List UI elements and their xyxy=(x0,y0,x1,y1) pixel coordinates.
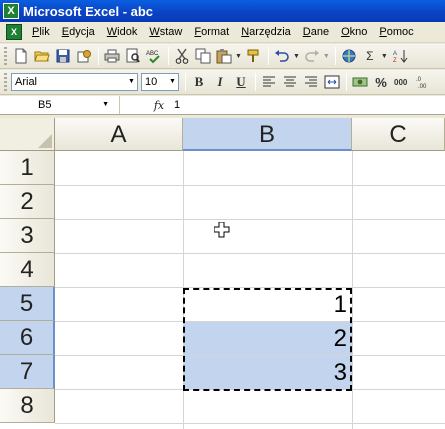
toolbar-separator xyxy=(267,47,269,65)
gridline xyxy=(55,423,445,424)
cell-b6[interactable]: 2 xyxy=(184,322,352,355)
toolbar-separator xyxy=(255,73,256,91)
toolbar-separator xyxy=(98,47,99,65)
cut-icon[interactable] xyxy=(172,46,192,66)
column-header-a[interactable]: A xyxy=(55,118,183,151)
autosum-dropdown-icon[interactable]: ▼ xyxy=(381,53,388,60)
row-header-5[interactable]: 5 xyxy=(0,287,55,321)
percent-button[interactable]: % xyxy=(371,72,391,92)
toolbar-separator xyxy=(185,73,186,91)
save-icon[interactable] xyxy=(53,46,73,66)
undo-icon[interactable] xyxy=(272,46,292,66)
font-size-combo[interactable]: 10 ▼ xyxy=(141,73,179,91)
name-box-value: B5 xyxy=(38,99,52,111)
align-left-icon[interactable] xyxy=(259,72,279,92)
menu-plik[interactable]: Plik xyxy=(26,24,56,40)
formatting-toolbar: Arial ▼ 10 ▼ B I U % 000 .0.00 xyxy=(0,70,445,95)
menu-narzedzia[interactable]: Narzędzia xyxy=(235,24,297,40)
menu-bar: X Plik Edycja Widok Wstaw Format Narzędz… xyxy=(0,22,445,43)
row-header-3[interactable]: 3 xyxy=(0,219,55,253)
title-bar: X Microsoft Excel - abc xyxy=(0,0,445,22)
name-box[interactable]: B5 ▼ xyxy=(0,96,120,114)
insert-function-button[interactable]: fx xyxy=(144,99,174,112)
row-header-8[interactable]: 8 xyxy=(0,389,55,423)
print-preview-icon[interactable] xyxy=(123,46,143,66)
window-title: Microsoft Excel - abc xyxy=(23,3,154,19)
row-header-2[interactable]: 2 xyxy=(0,185,55,219)
paste-dropdown-icon[interactable]: ▼ xyxy=(235,53,242,60)
toolbar-separator xyxy=(168,47,169,65)
spelling-icon[interactable]: ABC xyxy=(144,46,164,66)
menu-edycja[interactable]: Edycja xyxy=(56,24,101,40)
column-header-c[interactable]: C xyxy=(352,118,445,151)
print-icon[interactable] xyxy=(102,46,122,66)
font-size-dropdown-icon[interactable]: ▼ xyxy=(167,74,178,90)
toolbar-separator xyxy=(346,73,347,91)
paste-icon[interactable] xyxy=(214,46,234,66)
toolbar-grip[interactable] xyxy=(4,47,7,65)
cell-b7[interactable]: 3 xyxy=(184,356,352,389)
menu-okno[interactable]: Okno xyxy=(335,24,373,40)
underline-button[interactable]: U xyxy=(231,72,251,92)
comma-style-icon[interactable]: 000 xyxy=(392,72,412,92)
svg-text:000: 000 xyxy=(394,78,408,87)
italic-button[interactable]: I xyxy=(210,72,230,92)
svg-text:.0: .0 xyxy=(416,77,422,83)
excel-app-icon[interactable]: X xyxy=(3,3,19,19)
formula-input[interactable]: 1 xyxy=(174,99,180,111)
font-name-value: Arial xyxy=(15,76,38,88)
format-painter-icon[interactable] xyxy=(244,46,264,66)
font-name-combo[interactable]: Arial ▼ xyxy=(11,73,138,91)
align-right-icon[interactable] xyxy=(301,72,321,92)
spreadsheet-grid[interactable]: A B C 1 2 3 4 5 6 7 8 1 2 3 xyxy=(0,118,445,429)
name-box-dropdown-icon[interactable]: ▼ xyxy=(102,96,109,114)
menu-pomoc[interactable]: Pomoc xyxy=(373,24,419,40)
permission-icon[interactable] xyxy=(74,46,94,66)
redo-dropdown-icon[interactable]: ▼ xyxy=(323,53,330,60)
bold-button[interactable]: B xyxy=(189,72,209,92)
svg-text:ABC: ABC xyxy=(146,51,159,57)
redo-icon[interactable] xyxy=(302,46,322,66)
menu-dane[interactable]: Dane xyxy=(297,24,335,40)
new-file-icon[interactable] xyxy=(11,46,31,66)
open-folder-icon[interactable] xyxy=(32,46,52,66)
standard-toolbar: ABC ▼ ▼ ▼ Σ ▼ AZ xyxy=(0,44,445,69)
increase-decimal-icon[interactable]: .0.00 xyxy=(413,72,433,92)
gridline xyxy=(55,185,445,186)
svg-text:.00: .00 xyxy=(418,84,427,90)
hyperlink-icon[interactable] xyxy=(339,46,359,66)
merge-center-icon[interactable] xyxy=(322,72,342,92)
select-all-button[interactable] xyxy=(0,118,55,151)
currency-icon[interactable] xyxy=(350,72,370,92)
menu-wstaw[interactable]: Wstaw xyxy=(143,24,188,40)
toolbar-grip[interactable] xyxy=(4,73,7,91)
column-header-b[interactable]: B xyxy=(183,118,352,151)
mouse-cursor-icon xyxy=(213,221,230,241)
copy-icon[interactable] xyxy=(193,46,213,66)
svg-text:Z: Z xyxy=(393,58,397,64)
sort-ascending-icon[interactable]: AZ xyxy=(390,46,410,66)
cell-b5[interactable]: 1 xyxy=(184,288,352,321)
gridline xyxy=(55,219,445,220)
undo-dropdown-icon[interactable]: ▼ xyxy=(293,53,300,60)
align-center-icon[interactable] xyxy=(280,72,300,92)
formula-bar: B5 ▼ fx 1 xyxy=(0,96,445,115)
gridline xyxy=(352,151,353,429)
menu-widok[interactable]: Widok xyxy=(101,24,144,40)
menu-format[interactable]: Format xyxy=(188,24,235,40)
font-name-dropdown-icon[interactable]: ▼ xyxy=(126,74,137,90)
row-header-6[interactable]: 6 xyxy=(0,321,55,355)
document-icon[interactable]: X xyxy=(6,24,22,40)
row-header-1[interactable]: 1 xyxy=(0,151,55,185)
svg-text:A: A xyxy=(393,51,397,57)
gridline xyxy=(55,389,445,390)
font-size-value: 10 xyxy=(145,76,158,88)
row-header-4[interactable]: 4 xyxy=(0,253,55,287)
autosum-icon[interactable]: Σ xyxy=(360,46,380,66)
gridline xyxy=(55,253,445,254)
toolbar-separator xyxy=(334,47,336,65)
row-header-7[interactable]: 7 xyxy=(0,355,55,389)
